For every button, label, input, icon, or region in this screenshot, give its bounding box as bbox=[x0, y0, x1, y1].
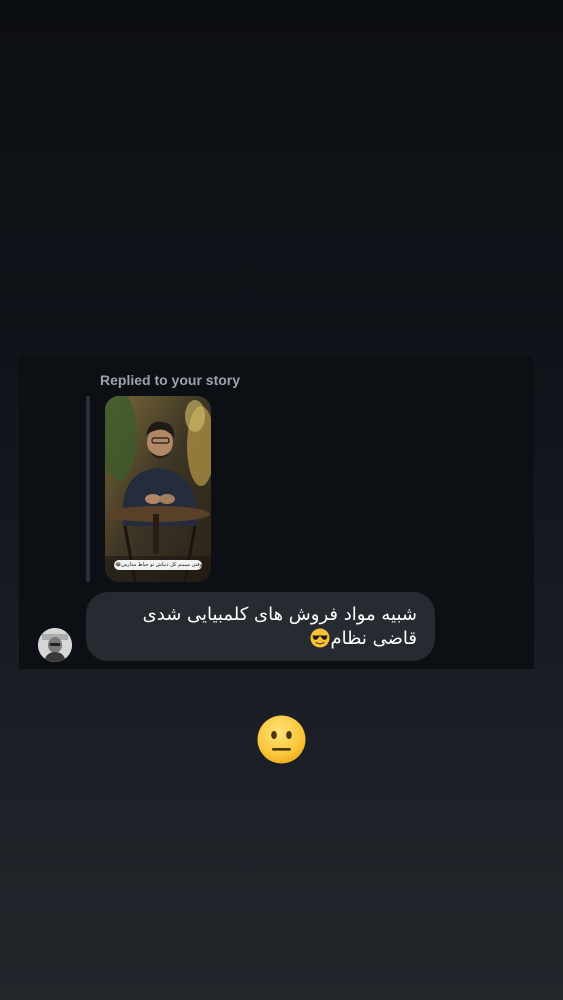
story-caption: وقتی میبینم کل دنیاش تو حیاط مدارس😂🥲 bbox=[114, 560, 202, 570]
story-thumbnail[interactable]: وقتی میبینم کل دنیاش تو حیاط مدارس😂🥲 bbox=[105, 396, 211, 582]
neutral-face-reaction-icon[interactable] bbox=[257, 715, 306, 764]
message-text: شبیه مواد فروش های کلمبیایی شدی قاضی نظا… bbox=[100, 603, 417, 651]
story-photo bbox=[105, 396, 211, 582]
sunglasses-emoji-icon bbox=[310, 628, 330, 648]
reply-quote-bar bbox=[86, 396, 90, 582]
sender-avatar[interactable] bbox=[38, 628, 72, 662]
reply-context-label: Replied to your story bbox=[100, 372, 241, 388]
message-text-content: شبیه مواد فروش های کلمبیایی شدی قاضی نظا… bbox=[142, 604, 417, 649]
avatar-image bbox=[38, 628, 72, 662]
message-card: Replied to your story وقتی میبینم کل دنی… bbox=[19, 356, 534, 669]
message-bubble[interactable]: شبیه مواد فروش های کلمبیایی شدی قاضی نظا… bbox=[86, 592, 435, 661]
